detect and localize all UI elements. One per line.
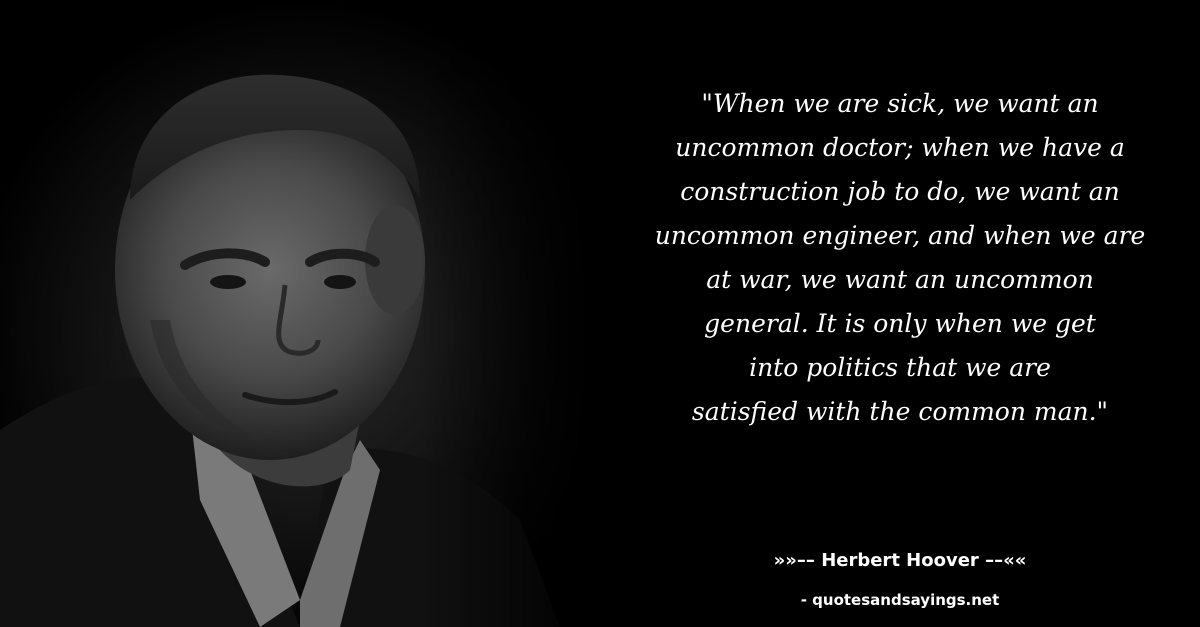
quote-line: uncommon doctor; when we have a — [675, 133, 1125, 162]
quote-card: "When we are sick, we want an uncommon d… — [0, 0, 1200, 627]
quote-line: general. It is only when we get — [704, 309, 1096, 338]
quote-author: »»–– Herbert Hoover ––«« — [773, 550, 1027, 571]
quote-line: at war, we want an uncommon — [706, 265, 1094, 294]
quote-line: "When we are sick, we want an — [701, 89, 1099, 118]
portrait-photo — [0, 0, 600, 627]
quote-line: construction job to do, we want an — [680, 177, 1120, 206]
quote-line: satisfied with the common man." — [691, 397, 1109, 426]
quote-text: "When we are sick, we want an uncommon d… — [630, 82, 1170, 434]
quote-line: uncommon engineer, and when we are — [654, 221, 1146, 250]
source-attribution: - quotesandsayings.net — [800, 591, 1000, 609]
quote-line: into politics that we are — [749, 353, 1051, 382]
